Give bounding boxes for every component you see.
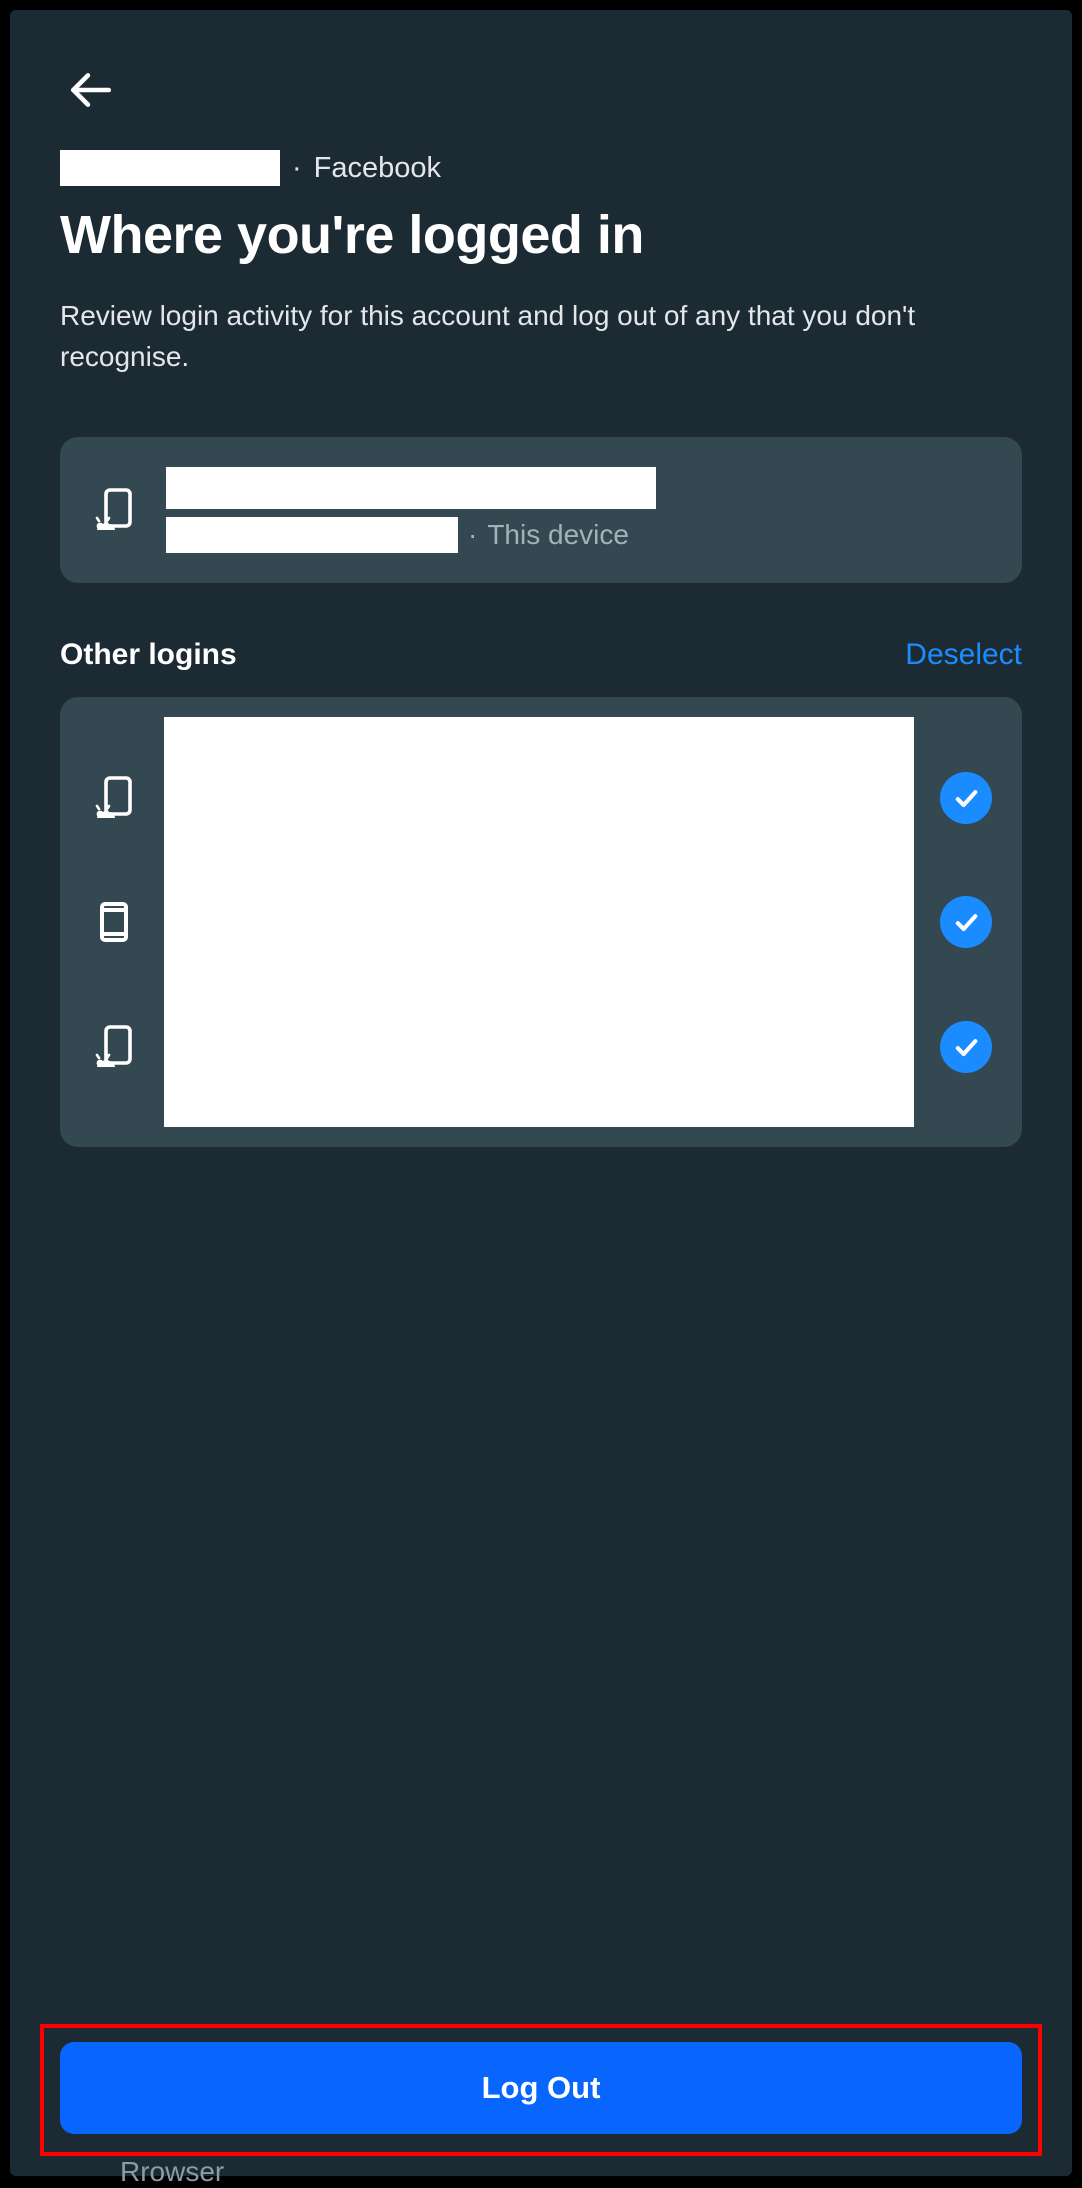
tablet-device-icon [90,898,138,946]
page-title: Where you're logged in [60,204,1022,266]
deselect-link[interactable]: Deselect [905,638,1022,672]
arrow-left-icon [65,65,115,115]
this-device-label: This device [487,519,629,551]
android-device-icon [90,1023,138,1071]
screen: · Facebook Where you're logged in Review… [10,10,1072,2176]
login-selected-check[interactable] [940,1021,992,1073]
device-location-redacted [166,517,458,553]
breadcrumb-separator: · [292,152,302,185]
back-button[interactable] [60,60,120,120]
breadcrumb: · Facebook [60,150,1022,186]
section-header: Other logins Deselect [60,638,1022,672]
account-name-redacted [60,150,280,186]
login-icons-column [90,717,138,1127]
footer-area: Log Out [10,2004,1072,2176]
device-info: · This device [166,467,992,553]
other-logins-card [60,697,1022,1147]
login-selected-check[interactable] [940,772,992,824]
page-subtitle: Review login activity for this account a… [60,296,1022,377]
login-details-redacted [164,717,914,1127]
breadcrumb-app: Facebook [314,152,441,185]
other-logins-title: Other logins [60,638,237,672]
device-name-redacted [166,467,656,509]
check-icon [952,1033,980,1061]
current-device-card[interactable]: · This device [60,437,1022,583]
device-meta: · This device [166,517,992,553]
android-device-icon [90,774,138,822]
check-icon [952,908,980,936]
android-device-icon [90,486,138,534]
meta-separator: · [468,519,477,551]
header-area: · Facebook Where you're logged in Review… [10,10,1072,437]
checkmarks-column [940,717,992,1127]
login-selected-check[interactable] [940,896,992,948]
check-icon [952,784,980,812]
device-row: · This device [90,467,992,553]
underlay-text: Rrowser [120,2156,224,2188]
logout-button[interactable]: Log Out [60,2042,1022,2134]
